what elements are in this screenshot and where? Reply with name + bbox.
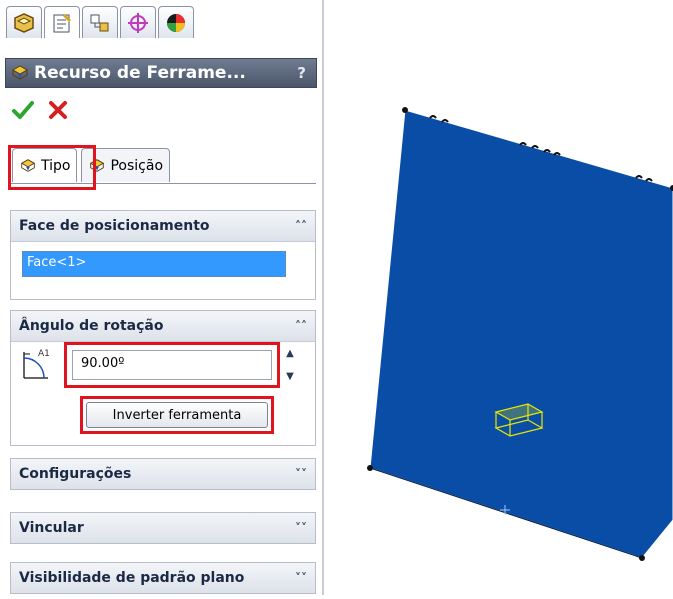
config-group-title: Configurações <box>19 466 132 482</box>
property-manager-panel: Recurso de Ferrame... ? Tipo Posição Fac… <box>0 0 324 595</box>
cancel-button[interactable] <box>48 100 68 120</box>
help-icon[interactable]: ? <box>297 64 306 82</box>
chevron-down-icon[interactable]: ˅˅ <box>295 467 307 481</box>
property-manager-tab[interactable] <box>44 6 80 38</box>
dimxpert-manager-tab[interactable] <box>120 6 156 38</box>
feature-title: Recurso de Ferrame... <box>34 63 246 83</box>
ok-button[interactable] <box>12 100 34 120</box>
chevron-up-icon[interactable]: ˄˄ <box>295 319 307 333</box>
property-manager-icon <box>53 13 72 32</box>
ok-cancel-bar <box>12 100 68 120</box>
visibility-group-header[interactable]: Visibilidade de padrão plano ˅˅ <box>11 563 315 593</box>
visibility-group-title: Visibilidade de padrão plano <box>19 570 245 586</box>
chevron-down-icon[interactable]: ˅˅ <box>295 521 307 535</box>
manager-tabs <box>6 6 194 38</box>
tipo-tab-highlight <box>8 145 96 190</box>
graphics-viewport[interactable] <box>330 0 673 595</box>
display-manager-icon <box>167 13 185 32</box>
configuration-manager-tab[interactable] <box>82 6 118 38</box>
tab-posicao-label: Posição <box>110 157 164 174</box>
blue-plate-face[interactable] <box>369 109 673 559</box>
face-group-header[interactable]: Face de posicionamento ˄˄ <box>11 211 315 242</box>
link-group-header[interactable]: Vincular ˅˅ <box>11 513 315 543</box>
angle-spinner[interactable]: ▲ ▼ <box>282 348 298 382</box>
config-group-header[interactable]: Configurações ˅˅ <box>11 459 315 489</box>
invert-button-highlight <box>80 396 274 434</box>
hole-feature-icon <box>11 65 29 80</box>
property-manager-titlebar: Recurso de Ferrame... ? <box>5 58 317 88</box>
angle-label: A1 <box>38 349 50 359</box>
spin-down-icon[interactable]: ▼ <box>286 371 294 382</box>
chevron-down-icon[interactable]: ˅˅ <box>295 571 307 585</box>
configuration-manager-icon <box>90 14 109 31</box>
display-manager-tab[interactable] <box>158 6 194 38</box>
chevron-up-icon[interactable]: ˄˄ <box>295 219 307 233</box>
panel-divider <box>322 0 324 595</box>
link-group-title: Vincular <box>19 520 84 536</box>
link-group: Vincular ˅˅ <box>10 512 316 544</box>
angle-input-highlight <box>64 342 280 388</box>
feature-manager-icon <box>14 12 34 33</box>
dimxpert-manager-icon <box>128 12 148 33</box>
spin-up-icon[interactable]: ▲ <box>286 348 294 359</box>
placement-face-list[interactable]: Face<1> <box>22 251 286 277</box>
visibility-group: Visibilidade de padrão plano ˅˅ <box>10 562 316 594</box>
angle-group-title: Ângulo de rotação <box>19 318 164 334</box>
sheet-metal-model[interactable] <box>330 0 673 595</box>
face-group-title: Face de posicionamento <box>19 218 210 234</box>
face-group: Face de posicionamento ˄˄ Face<1> <box>10 210 316 300</box>
angle-group-header[interactable]: Ângulo de rotação ˄˄ <box>11 311 315 342</box>
config-group: Configurações ˅˅ <box>10 458 316 490</box>
feature-manager-tab[interactable] <box>6 6 42 38</box>
